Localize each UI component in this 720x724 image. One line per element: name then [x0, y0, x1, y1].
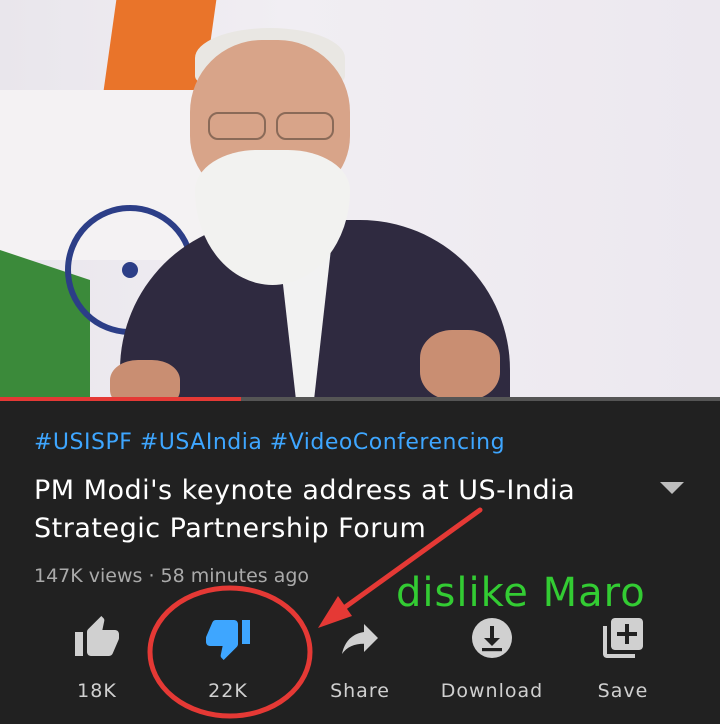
share-button[interactable]: Share — [305, 614, 415, 702]
download-icon — [472, 618, 512, 658]
share-icon — [342, 624, 378, 654]
video-meta: 147K views · 58 minutes ago — [34, 565, 310, 587]
video-player[interactable] — [0, 0, 720, 400]
dislike-count: 22K — [208, 680, 248, 702]
speaker-glasses — [200, 112, 340, 142]
add-to-playlist-icon — [603, 618, 643, 658]
thumbs-up-icon — [75, 616, 119, 656]
share-label: Share — [330, 680, 390, 702]
dislike-button[interactable]: 22K — [173, 614, 283, 702]
annotation-text: dislike Maro — [396, 570, 646, 616]
thumbs-down-icon — [206, 620, 250, 660]
speaker-right-hand — [420, 330, 500, 400]
speaker-left-hand — [110, 360, 180, 400]
save-label: Save — [597, 680, 649, 702]
download-label: Download — [440, 680, 544, 702]
like-count: 18K — [77, 680, 117, 702]
progress-bar-fill — [0, 397, 242, 401]
video-title[interactable]: PM Modi's keynote address at US-India St… — [34, 472, 634, 548]
like-button[interactable]: 18K — [42, 614, 152, 702]
chevron-down-icon[interactable] — [660, 482, 684, 494]
download-button[interactable]: Download — [437, 614, 547, 702]
save-button[interactable]: Save — [568, 614, 678, 702]
video-hashtags[interactable]: #USISPF #USAIndia #VideoConferencing — [34, 430, 505, 455]
